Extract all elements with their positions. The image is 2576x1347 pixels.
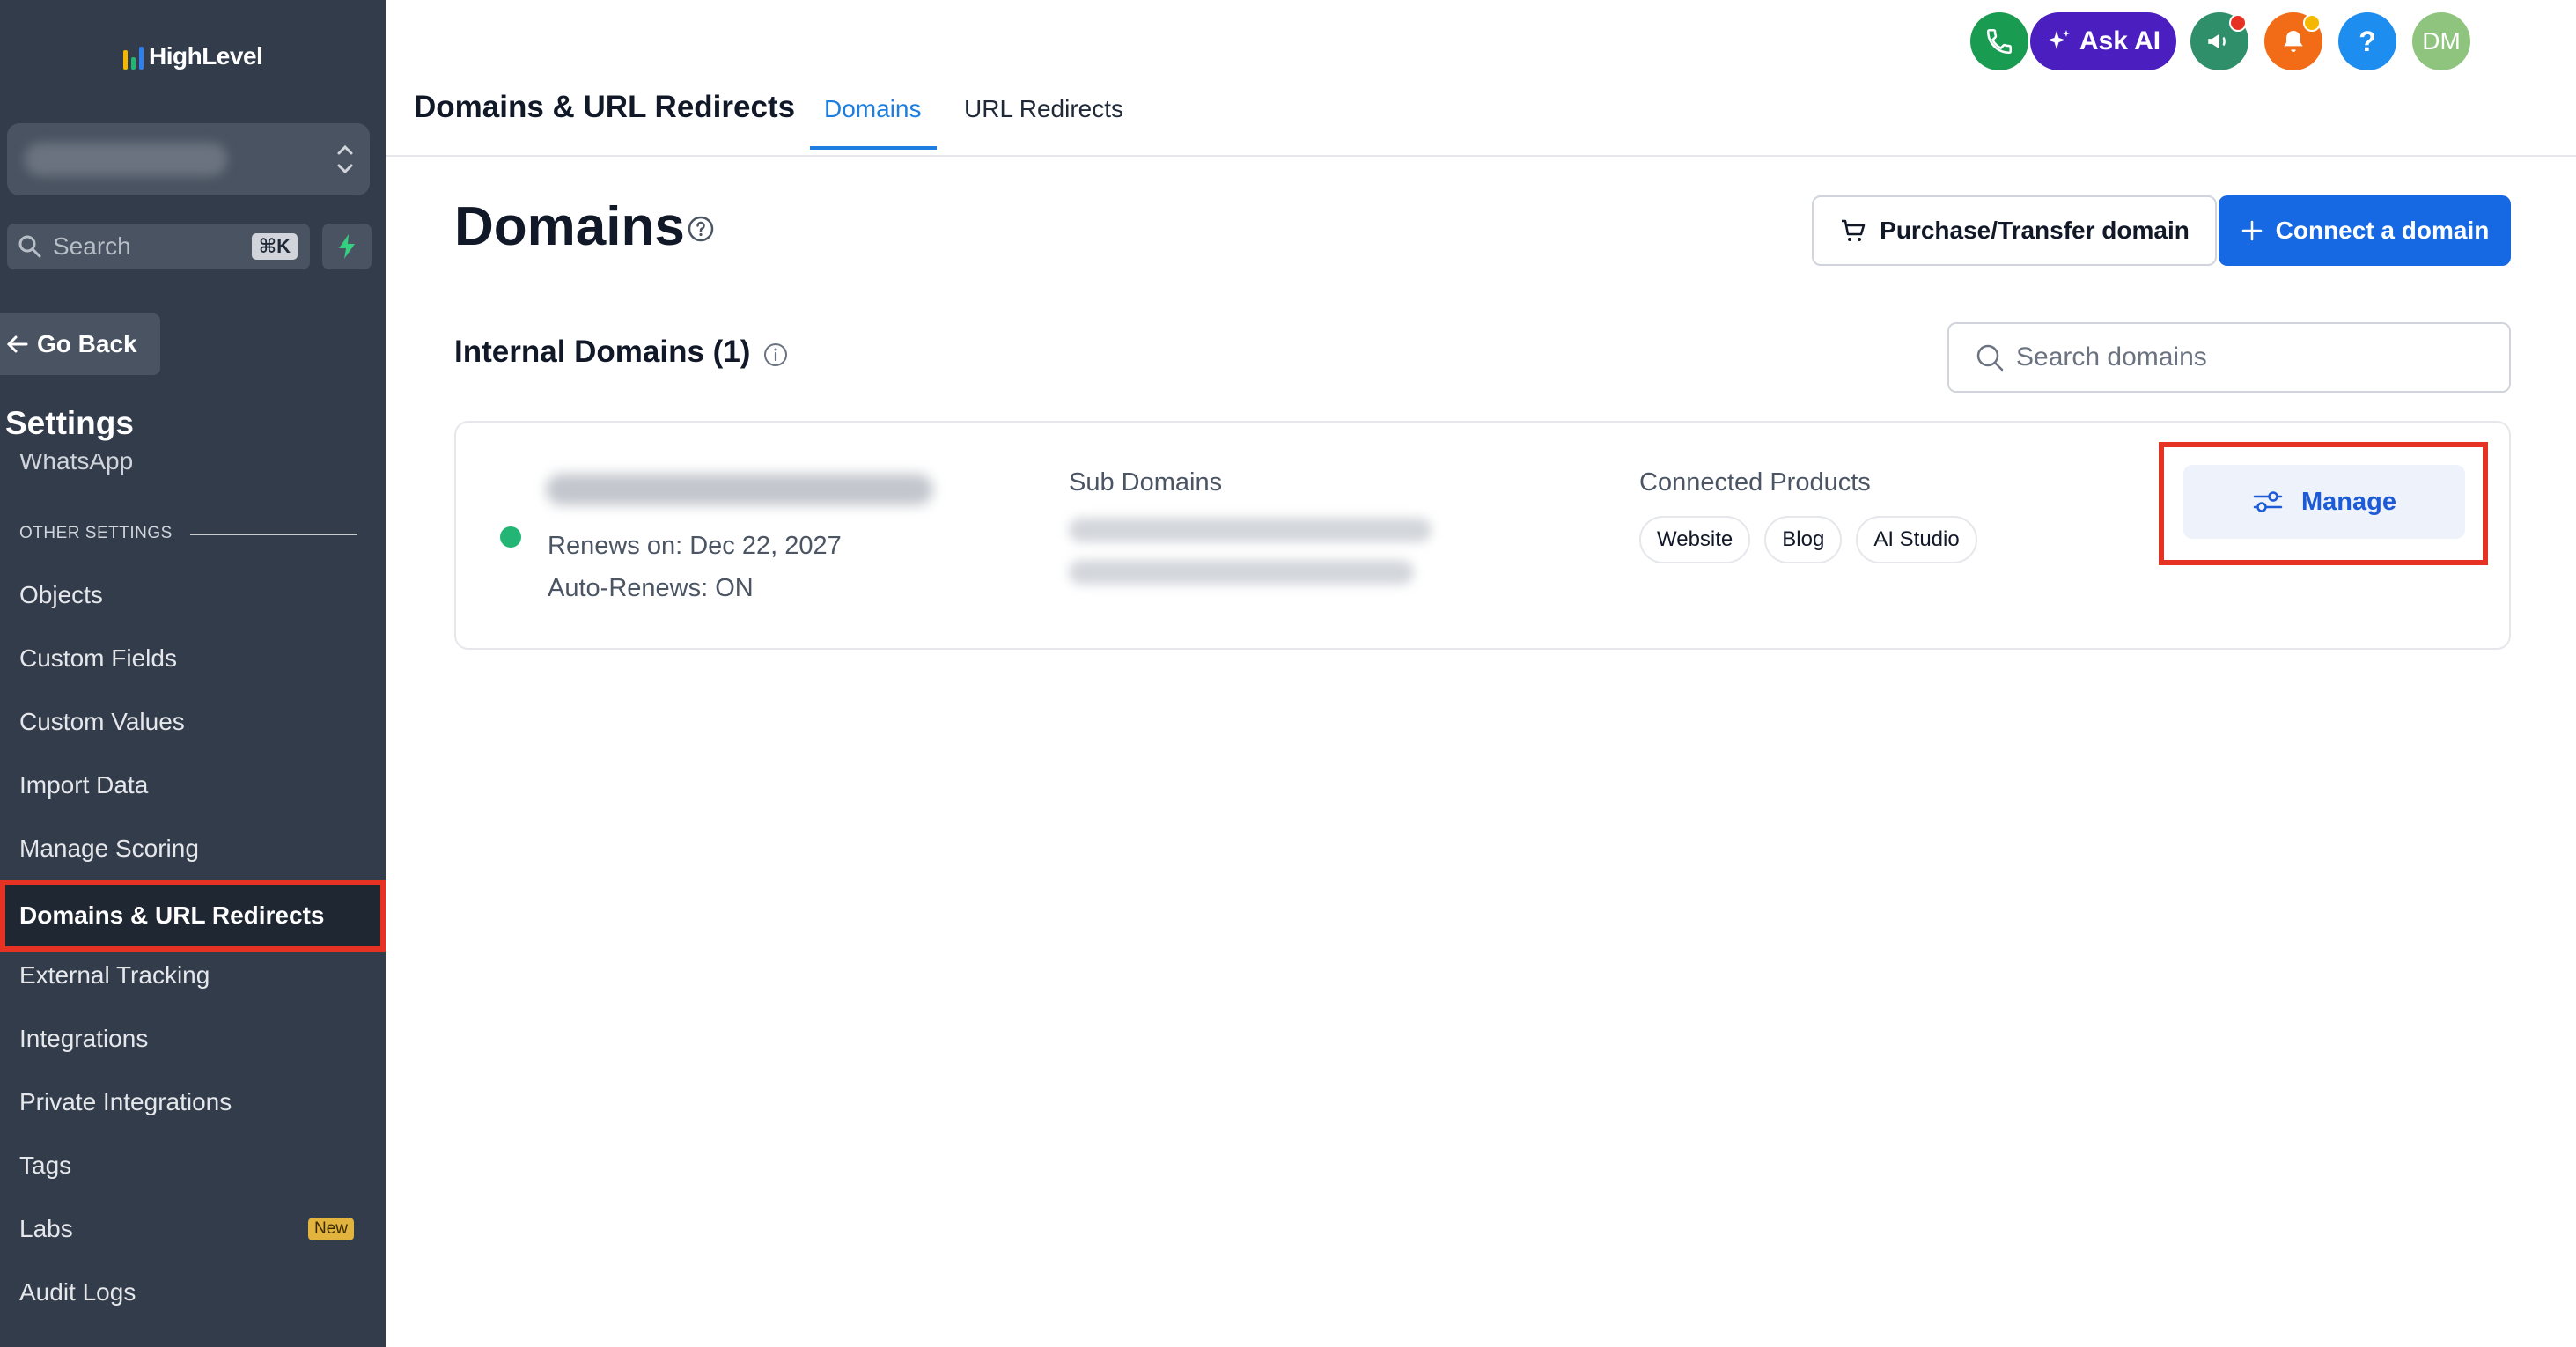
sidebar-item-manage-scoring[interactable]: Manage Scoring	[0, 817, 386, 880]
bell-icon	[2284, 31, 2303, 52]
settings-title: Settings	[5, 405, 134, 441]
product-chip-blog: Blog	[1764, 516, 1843, 563]
sidebar-item-custom-fields[interactable]: Custom Fields	[0, 627, 386, 690]
sidebar-search-input[interactable]: Search ⌘K	[7, 224, 310, 269]
sidebar-item-tags[interactable]: Tags	[0, 1134, 386, 1197]
sidebar-item-import-data[interactable]: Import Data	[0, 754, 386, 817]
sidebar-item-label: Custom Fields	[19, 644, 177, 672]
search-shortcut-badge: ⌘K	[251, 233, 298, 260]
cart-icon	[1842, 219, 1866, 241]
connected-products-heading: Connected Products	[1639, 468, 1871, 497]
sliders-icon	[2253, 491, 2283, 512]
quick-actions-button[interactable]	[322, 224, 372, 269]
search-domains-placeholder: Search domains	[2016, 342, 2207, 372]
connected-products-list: Website Blog AI Studio	[1639, 516, 1977, 563]
active-tab-indicator	[810, 146, 937, 150]
tab-url-redirects[interactable]: URL Redirects	[964, 95, 1123, 123]
page-header-title: Domains & URL Redirects	[414, 90, 796, 124]
phone-button[interactable]	[1970, 12, 2028, 70]
sidebar-item-whatsapp[interactable]: WhatsApp	[19, 454, 283, 481]
page-title: Domains	[454, 196, 685, 257]
domain-name-redacted[interactable]	[546, 474, 933, 505]
ask-ai-label: Ask AI	[2079, 26, 2161, 55]
announcements-button[interactable]	[2190, 12, 2248, 70]
notification-dot	[2303, 14, 2321, 32]
sidebar-item-audit-logs[interactable]: Audit Logs	[0, 1261, 386, 1324]
sidebar-item-label: Custom Values	[19, 708, 185, 735]
search-icon	[18, 235, 41, 258]
sparkle-icon	[2047, 30, 2070, 49]
section-label-other-settings: OTHER SETTINGS	[19, 524, 173, 542]
plus-icon	[2241, 220, 2262, 241]
question-mark-icon: ?	[2359, 25, 2376, 57]
sidebar-item-label: Import Data	[19, 771, 149, 799]
sidebar: HighLevel Search ⌘K Go Back Settings Wha…	[0, 0, 386, 1347]
sidebar-item-label: Integrations	[19, 1025, 149, 1052]
section-divider	[190, 534, 357, 535]
highlevel-logo[interactable]: HighLevel	[123, 42, 263, 70]
top-header: Domains & URL Redirects Domains URL Redi…	[386, 0, 2576, 157]
sub-domain-redacted	[1069, 518, 1432, 542]
sidebar-item-label: WhatsApp	[19, 454, 134, 475]
product-chip-website: Website	[1639, 516, 1751, 563]
tab-domains[interactable]: Domains	[824, 95, 921, 123]
help-button[interactable]: ?	[2338, 12, 2396, 70]
sidebar-item-labs[interactable]: Labs New	[0, 1197, 386, 1261]
sidebar-item-domains-url-redirects[interactable]: Domains & URL Redirects	[0, 880, 386, 952]
sidebar-item-custom-values[interactable]: Custom Values	[0, 690, 386, 754]
manage-button[interactable]: Manage	[2183, 465, 2465, 539]
info-icon[interactable]	[762, 342, 789, 368]
sidebar-search-placeholder: Search	[53, 232, 131, 260]
lightning-bolt-icon	[339, 234, 355, 259]
account-switcher[interactable]	[7, 123, 370, 195]
highlevel-logo-icon	[123, 43, 144, 70]
sidebar-item-label: Tags	[19, 1152, 72, 1179]
user-avatar[interactable]: DM	[2412, 12, 2470, 70]
sidebar-item-private-integrations[interactable]: Private Integrations	[0, 1071, 386, 1134]
notification-dot	[2229, 14, 2247, 32]
connect-domain-label: Connect a domain	[2275, 217, 2490, 244]
connect-domain-button[interactable]: Connect a domain	[2219, 195, 2511, 266]
sidebar-item-label: Domains & URL Redirects	[19, 902, 325, 929]
sidebar-item-label: Objects	[19, 581, 103, 608]
notifications-button[interactable]	[2264, 12, 2322, 70]
internal-domains-title: Internal Domains (1)	[454, 335, 751, 369]
sidebar-item-label: Private Integrations	[19, 1088, 232, 1115]
chevron-up-down-icon	[337, 144, 353, 174]
search-domains-input[interactable]: Search domains	[1947, 322, 2511, 393]
sidebar-item-label: Labs	[19, 1215, 73, 1242]
brand-name: HighLevel	[149, 42, 263, 70]
ask-ai-button[interactable]: Ask AI	[2030, 12, 2176, 70]
domain-card: Renews on: Dec 22, 2027 Auto-Renews: ON …	[454, 421, 2511, 650]
account-name-redacted	[25, 143, 227, 176]
purchase-transfer-domain-button[interactable]: Purchase/Transfer domain	[1812, 195, 2217, 266]
sub-domains-heading: Sub Domains	[1069, 468, 1223, 497]
sidebar-item-integrations[interactable]: Integrations	[0, 1007, 386, 1071]
purchase-transfer-label: Purchase/Transfer domain	[1880, 217, 2190, 244]
sidebar-item-label: Audit Logs	[19, 1278, 136, 1306]
sidebar-item-external-tracking[interactable]: External Tracking	[0, 944, 386, 1007]
sidebar-item-label: Manage Scoring	[19, 835, 199, 862]
renewal-date: Renews on: Dec 22, 2027	[548, 532, 842, 560]
status-indicator	[500, 526, 521, 548]
go-back-button[interactable]: Go Back	[0, 313, 160, 375]
go-back-label: Go Back	[37, 330, 137, 357]
help-circle-icon[interactable]	[687, 215, 715, 243]
sidebar-item-label: External Tracking	[19, 961, 210, 989]
avatar-initials: DM	[2422, 27, 2461, 55]
auto-renew-status: Auto-Renews: ON	[548, 574, 754, 602]
new-badge: New	[308, 1218, 355, 1240]
arrow-left-icon	[6, 335, 28, 353]
megaphone-icon	[2208, 33, 2226, 49]
phone-icon	[1986, 28, 2013, 55]
manage-label: Manage	[2301, 487, 2396, 516]
product-chip-ai-studio: AI Studio	[1856, 516, 1977, 563]
search-icon	[1976, 344, 2004, 372]
sidebar-item-objects[interactable]: Objects	[0, 563, 386, 627]
sub-domain-redacted	[1069, 560, 1414, 585]
